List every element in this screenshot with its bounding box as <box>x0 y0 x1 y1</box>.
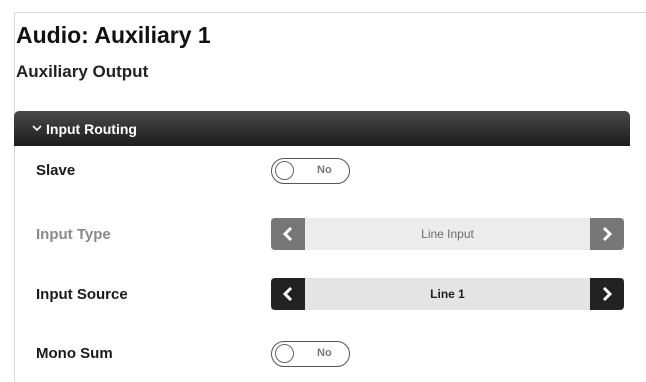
input-routing-group-header[interactable]: Input Routing <box>14 111 630 146</box>
input-type-value: Line Input <box>421 227 474 241</box>
slave-toggle-text: No <box>317 164 332 176</box>
toggle-knob <box>275 161 294 180</box>
input-type-prev-button[interactable] <box>271 218 305 250</box>
chevron-left-icon <box>282 286 293 302</box>
slave-toggle[interactable]: No <box>271 158 350 184</box>
input-source-value: Line 1 <box>430 287 465 301</box>
group-header-label: Input Routing <box>46 120 137 137</box>
section-title: Auxiliary Output <box>16 62 149 81</box>
mono-sum-label: Mono Sum <box>36 345 113 362</box>
input-source-label: Input Source <box>36 286 128 303</box>
toggle-knob <box>275 344 294 363</box>
chevron-right-icon <box>602 226 613 242</box>
chevron-left-icon <box>282 226 293 242</box>
chevron-right-icon <box>602 286 613 302</box>
input-type-next-button[interactable] <box>590 218 624 250</box>
mono-sum-toggle-text: No <box>317 347 332 359</box>
page-title: Audio: Auxiliary 1 <box>16 22 211 48</box>
input-source-prev-button[interactable] <box>271 278 305 310</box>
input-type-label: Input Type <box>36 226 111 243</box>
input-type-stepper[interactable]: Line Input <box>271 218 624 250</box>
chevron-down-icon <box>32 124 42 131</box>
input-source-next-button[interactable] <box>590 278 624 310</box>
slave-label: Slave <box>36 162 76 179</box>
input-source-stepper[interactable]: Line 1 <box>271 278 624 310</box>
mono-sum-toggle[interactable]: No <box>271 341 350 367</box>
